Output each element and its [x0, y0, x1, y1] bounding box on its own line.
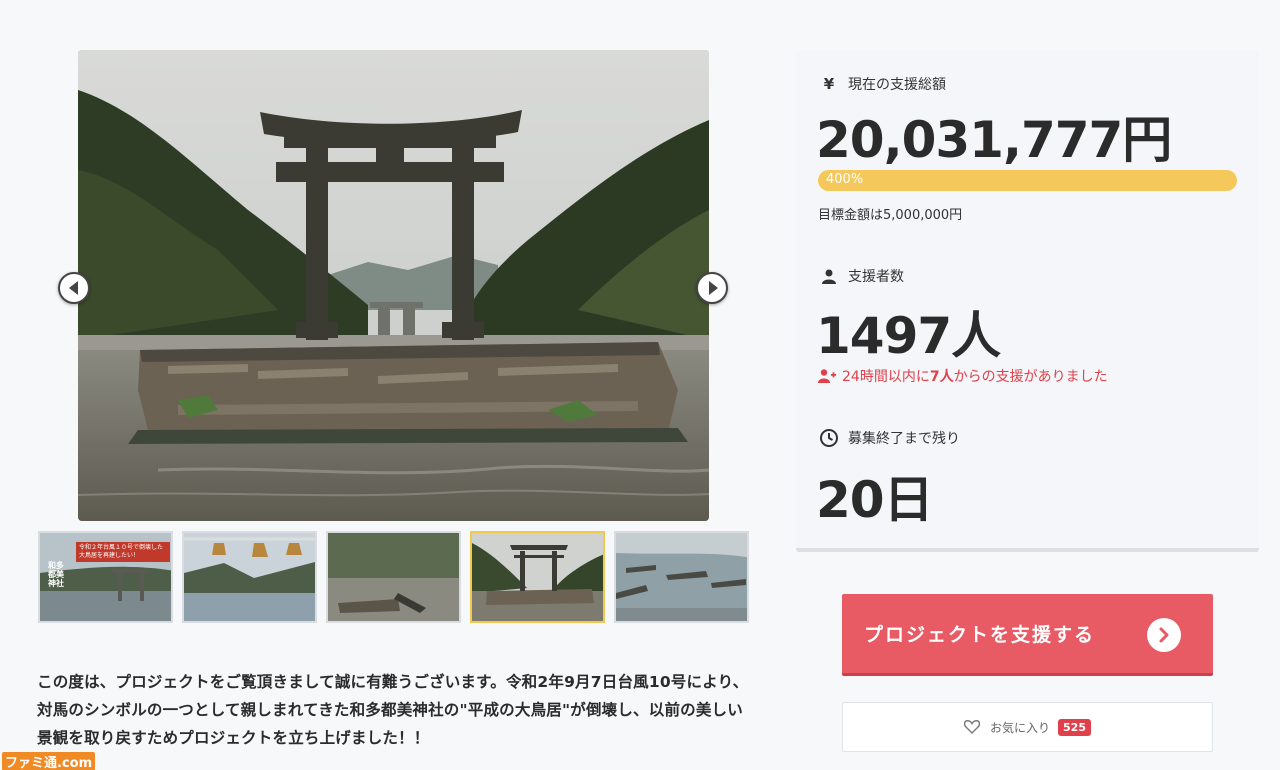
heart-icon — [964, 720, 980, 734]
thumbnail-3[interactable] — [326, 531, 461, 623]
progress-percent: 400% — [826, 172, 864, 187]
favorite-button[interactable]: お気に入り 525 — [842, 702, 1213, 752]
support-project-button[interactable]: プロジェクトを支援する — [842, 594, 1213, 676]
thumbnail-4[interactable] — [470, 531, 605, 623]
thumbnail-1[interactable]: 令和２年台風１０号で倒壊した大鳥居を再建したい！ 和多都美神社 — [38, 531, 173, 623]
thumbnail-caption: 令和２年台風１０号で倒壊した大鳥居を再建したい！ — [76, 542, 170, 562]
funding-stats-card: ¥ 現在の支援総額 20,031,777円 400% 目標金額は5,000,00… — [796, 50, 1259, 552]
yen-icon: ¥ — [823, 75, 835, 93]
recent-supporters-notice: 24時間以内に 7人 からの支援がありました — [818, 366, 1108, 386]
remaining-label-text: 募集終了まで残り — [848, 431, 960, 447]
favorite-label: お気に入り — [990, 720, 1051, 735]
chevron-right-icon — [709, 281, 718, 295]
arrow-right-icon — [1147, 618, 1181, 652]
supporters-label: 支援者数 — [818, 266, 904, 286]
next-image-button[interactable] — [696, 272, 728, 304]
thumbnail-vertical-text: 和多都美神社 — [48, 561, 64, 588]
user-plus-icon — [818, 369, 836, 383]
user-icon — [818, 269, 840, 284]
chevron-left-icon — [68, 281, 78, 295]
recent-suffix: からの支援がありました — [953, 369, 1108, 385]
remaining-label: 募集終了まで残り — [818, 428, 960, 448]
previous-image-button[interactable] — [58, 272, 90, 304]
thumbnail-2[interactable] — [182, 531, 317, 623]
thumbnail-strip: 令和２年台風１０号で倒壊した大鳥居を再建したい！ 和多都美神社 — [38, 531, 750, 623]
goal-amount-text: 目標金額は5,000,000円 — [818, 208, 963, 223]
favorite-count-badge: 525 — [1058, 718, 1091, 736]
project-description: この度は、プロジェクトをご覧頂きまして誠に有難うございます。令和2年9月7日台風… — [37, 673, 749, 747]
funding-amount: 20,031,777円 — [816, 111, 1172, 169]
recent-prefix: 24時間以内に — [842, 369, 930, 385]
recent-count: 7人 — [929, 369, 954, 385]
funding-progress-bar: 400% — [818, 170, 1237, 191]
remaining-days: 20日 — [816, 471, 934, 529]
supporters-label-text: 支援者数 — [848, 269, 904, 285]
main-project-image — [78, 50, 709, 521]
thumbnail-5[interactable] — [614, 531, 749, 623]
funding-label-text: 現在の支援総額 — [848, 77, 946, 93]
support-button-label: プロジェクトを支援する — [864, 624, 1096, 646]
supporter-count: 1497人 — [816, 307, 1001, 365]
watermark-logo: ファミ通.com — [2, 752, 96, 770]
funding-label: ¥ 現在の支援総額 — [818, 74, 946, 94]
clock-icon — [818, 429, 840, 447]
